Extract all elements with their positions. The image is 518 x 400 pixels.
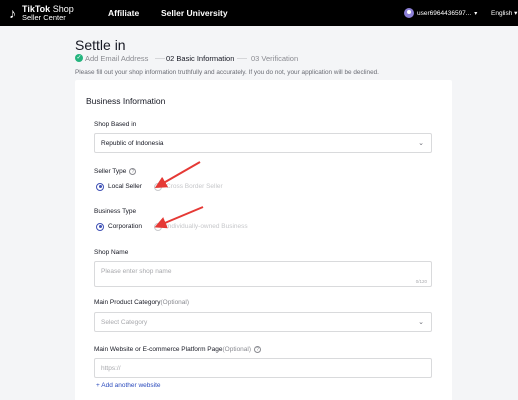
radio-label: Individually-owned Business — [166, 223, 248, 230]
language-label: English — [491, 10, 513, 17]
main-product-category-select[interactable]: Select Category ⌄ — [94, 312, 432, 332]
chevron-down-icon: ⌄ — [418, 319, 424, 326]
seller-type-label: Seller Type? — [94, 168, 137, 175]
radio-selected-icon — [96, 182, 104, 191]
shop-name-placeholder: Please enter shop name — [101, 268, 172, 275]
website-label: Main Website or E-commerce Platform Page… — [94, 346, 262, 353]
website-input[interactable]: https:// — [94, 358, 432, 378]
avatar — [404, 8, 414, 18]
chevron-down-icon: ▾ — [474, 10, 478, 17]
radio-label: Corporation — [108, 223, 142, 230]
add-another-website-link[interactable]: + Add another website — [96, 382, 161, 389]
step-divider — [155, 58, 165, 59]
tiktok-note-icon: ♪ — [9, 5, 16, 21]
category-placeholder: Select Category — [101, 319, 148, 326]
shop-based-in-value: Republic of Indonesia — [101, 140, 164, 147]
section-title: Business Information — [86, 96, 166, 106]
radio-corporation[interactable]: Corporation — [96, 222, 142, 231]
step-1: Add Email Address — [85, 54, 149, 63]
top-navigation-bar: ♪ TikTok Shop Seller Center Affiliate Se… — [0, 0, 518, 26]
shop-name-input[interactable]: Please enter shop name 0/120 — [94, 261, 432, 287]
user-menu[interactable]: user6964436597... ▾ — [404, 7, 477, 19]
instruction-notice: Please fill out your shop information tr… — [75, 69, 379, 76]
user-name: user6964436597... — [417, 9, 472, 17]
logo-subtitle: Seller Center — [22, 13, 66, 22]
nav-affiliate[interactable]: Affiliate — [108, 8, 139, 18]
radio-individually-owned[interactable]: Individually-owned Business — [154, 222, 248, 231]
character-counter: 0/120 — [415, 279, 427, 284]
shop-based-in-label: Shop Based in — [94, 121, 137, 128]
radio-local-seller[interactable]: Local Seller — [96, 182, 142, 191]
business-information-card: Business Information Shop Based in Repub… — [75, 80, 452, 400]
shop-name-label: Shop Name — [94, 249, 129, 256]
help-icon[interactable]: ? — [129, 168, 137, 175]
nav-seller-university[interactable]: Seller University — [161, 8, 228, 18]
shop-based-in-select[interactable]: Republic of Indonesia ⌄ — [94, 133, 432, 153]
website-placeholder: https:// — [101, 365, 121, 372]
radio-unselected-icon — [154, 182, 162, 191]
radio-label: Cross Border Seller — [166, 183, 223, 190]
main-product-category-label: Main Product Category(Optional) — [94, 299, 190, 306]
chevron-down-icon: ▾ — [514, 10, 518, 17]
radio-label: Local Seller — [108, 183, 142, 190]
chevron-down-icon: ⌄ — [418, 140, 424, 147]
language-selector[interactable]: English ▾ — [491, 9, 517, 17]
help-icon[interactable]: ? — [254, 346, 262, 353]
page-title: Settle in — [75, 37, 126, 53]
step-3: 03 Verification — [251, 54, 299, 63]
step-2: 02 Basic Information — [166, 54, 235, 63]
radio-cross-border-seller[interactable]: Cross Border Seller — [154, 182, 223, 191]
check-circle-icon: ✓ — [75, 54, 83, 62]
radio-unselected-icon — [154, 222, 162, 231]
step-divider — [237, 58, 247, 59]
radio-selected-icon — [96, 222, 104, 231]
tiktok-shop-logo[interactable]: ♪ TikTok Shop Seller Center — [9, 4, 101, 23]
business-type-label: Business Type — [94, 208, 137, 215]
